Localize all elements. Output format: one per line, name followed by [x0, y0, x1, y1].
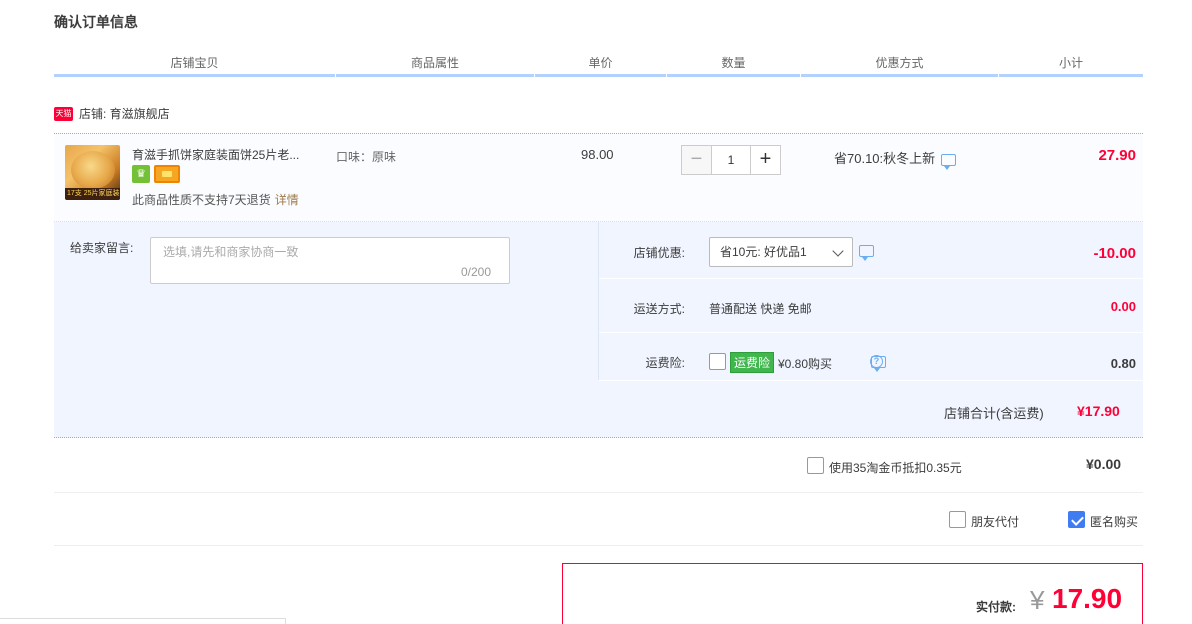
shop-discount-select[interactable]: 省10元: 好优品1	[709, 237, 853, 267]
seller-message-counter: 0/200	[461, 265, 492, 279]
pancake-image	[71, 151, 115, 189]
shipping-insurance-tag: 运费险	[730, 352, 775, 373]
quantity-input[interactable]: 1	[712, 145, 750, 175]
chevron-down-icon	[832, 245, 844, 257]
product-attribute: 口味：原味	[336, 150, 397, 164]
payment-amount: 17.90	[1052, 583, 1123, 614]
shipping-insurance-checkbox[interactable]	[709, 353, 726, 370]
unit-price: 98.00	[581, 147, 614, 162]
seller-message-label: 给卖家留言:	[70, 241, 134, 255]
shipping-amount: 0.00	[1110, 299, 1136, 314]
shop-discount-label: 店铺优惠:	[633, 246, 685, 260]
quantity-increase-button[interactable]: +	[750, 145, 781, 175]
shop-name[interactable]: 店铺: 育滋旗舰店	[79, 105, 170, 122]
item-promotion-text: 省70.10:秋冬上新	[834, 151, 936, 166]
return-policy-note: 此商品性质不支持7天退货 详情	[132, 191, 299, 208]
thumbnail-tag: 17支 25片家庭装	[65, 188, 120, 200]
col-header-subtotal: 小计	[999, 55, 1143, 77]
seller-message-placeholder: 选填,请先和商家协商一致	[163, 245, 299, 259]
coins-text: 使用35淘金币抵扣0.35元	[829, 461, 962, 475]
divider	[54, 545, 1143, 546]
payment-currency: ¥	[1030, 585, 1045, 615]
col-header-promotion: 优惠方式	[801, 55, 998, 77]
options-row-divider	[599, 278, 1143, 279]
col-header-price: 单价	[535, 55, 666, 77]
options-divider	[598, 222, 599, 380]
return-policy-text: 此商品性质不支持7天退货	[132, 193, 271, 207]
product-title-link[interactable]: 育滋手抓饼家庭装面饼25片老...	[132, 146, 324, 163]
product-thumbnail[interactable]: 17支 25片家庭装	[65, 145, 120, 200]
shop-total-label: 店铺合计(含运费)	[944, 406, 1044, 421]
shipping-label: 运送方式:	[633, 302, 685, 316]
anonymous-buy-label: 匿名购买	[1090, 515, 1139, 529]
options-row-divider	[599, 380, 1143, 381]
col-header-shop-items: 店铺宝贝	[54, 55, 335, 77]
shipping-insurance-price: ¥0.80购买	[778, 357, 833, 371]
shop-discount-selected: 省10元: 好优品1	[720, 245, 807, 259]
shipping-insurance-amount: 0.80	[1110, 356, 1136, 371]
guarantee-icon: ♛	[132, 165, 150, 183]
page-title: 确认订单信息	[54, 14, 138, 30]
discount-info-icon[interactable]	[859, 245, 874, 261]
item-subtotal: 27.90	[1098, 147, 1136, 164]
tmall-icon: 天猫	[54, 106, 73, 121]
payment-label: 实付款:	[976, 600, 1016, 614]
quantity-stepper: − 1 +	[681, 145, 781, 175]
friend-pay-checkbox[interactable]	[949, 511, 966, 528]
credit-card-icon	[154, 165, 180, 183]
coins-checkbox[interactable]	[807, 457, 824, 474]
shop-discount-amount: -10.00	[1093, 245, 1136, 262]
item-promotion: 省70.10:秋冬上新	[834, 148, 957, 170]
col-header-attributes: 商品属性	[336, 55, 534, 77]
promo-info-icon[interactable]	[941, 153, 957, 170]
return-policy-details-link[interactable]: 详情	[275, 193, 299, 207]
shipping-method: 普通配送 快递 免邮	[709, 302, 812, 316]
anonymous-buy-checkbox[interactable]	[1068, 511, 1085, 528]
shop-row: 天猫 店铺: 育滋旗舰店	[54, 105, 170, 122]
shop-total-value: ¥17.90	[1077, 403, 1120, 419]
coins-value: ¥0.00	[1086, 456, 1122, 472]
col-header-quantity: 数量	[667, 55, 800, 77]
help-icon[interactable]: ?	[870, 355, 883, 368]
friend-pay-label: 朋友代付	[971, 515, 1020, 529]
options-row-divider	[599, 332, 1143, 333]
quantity-decrease-button[interactable]: −	[681, 145, 712, 175]
shipping-insurance-label: 运费险:	[645, 356, 685, 370]
bottom-panel-edge	[0, 618, 286, 624]
divider	[54, 492, 1143, 493]
